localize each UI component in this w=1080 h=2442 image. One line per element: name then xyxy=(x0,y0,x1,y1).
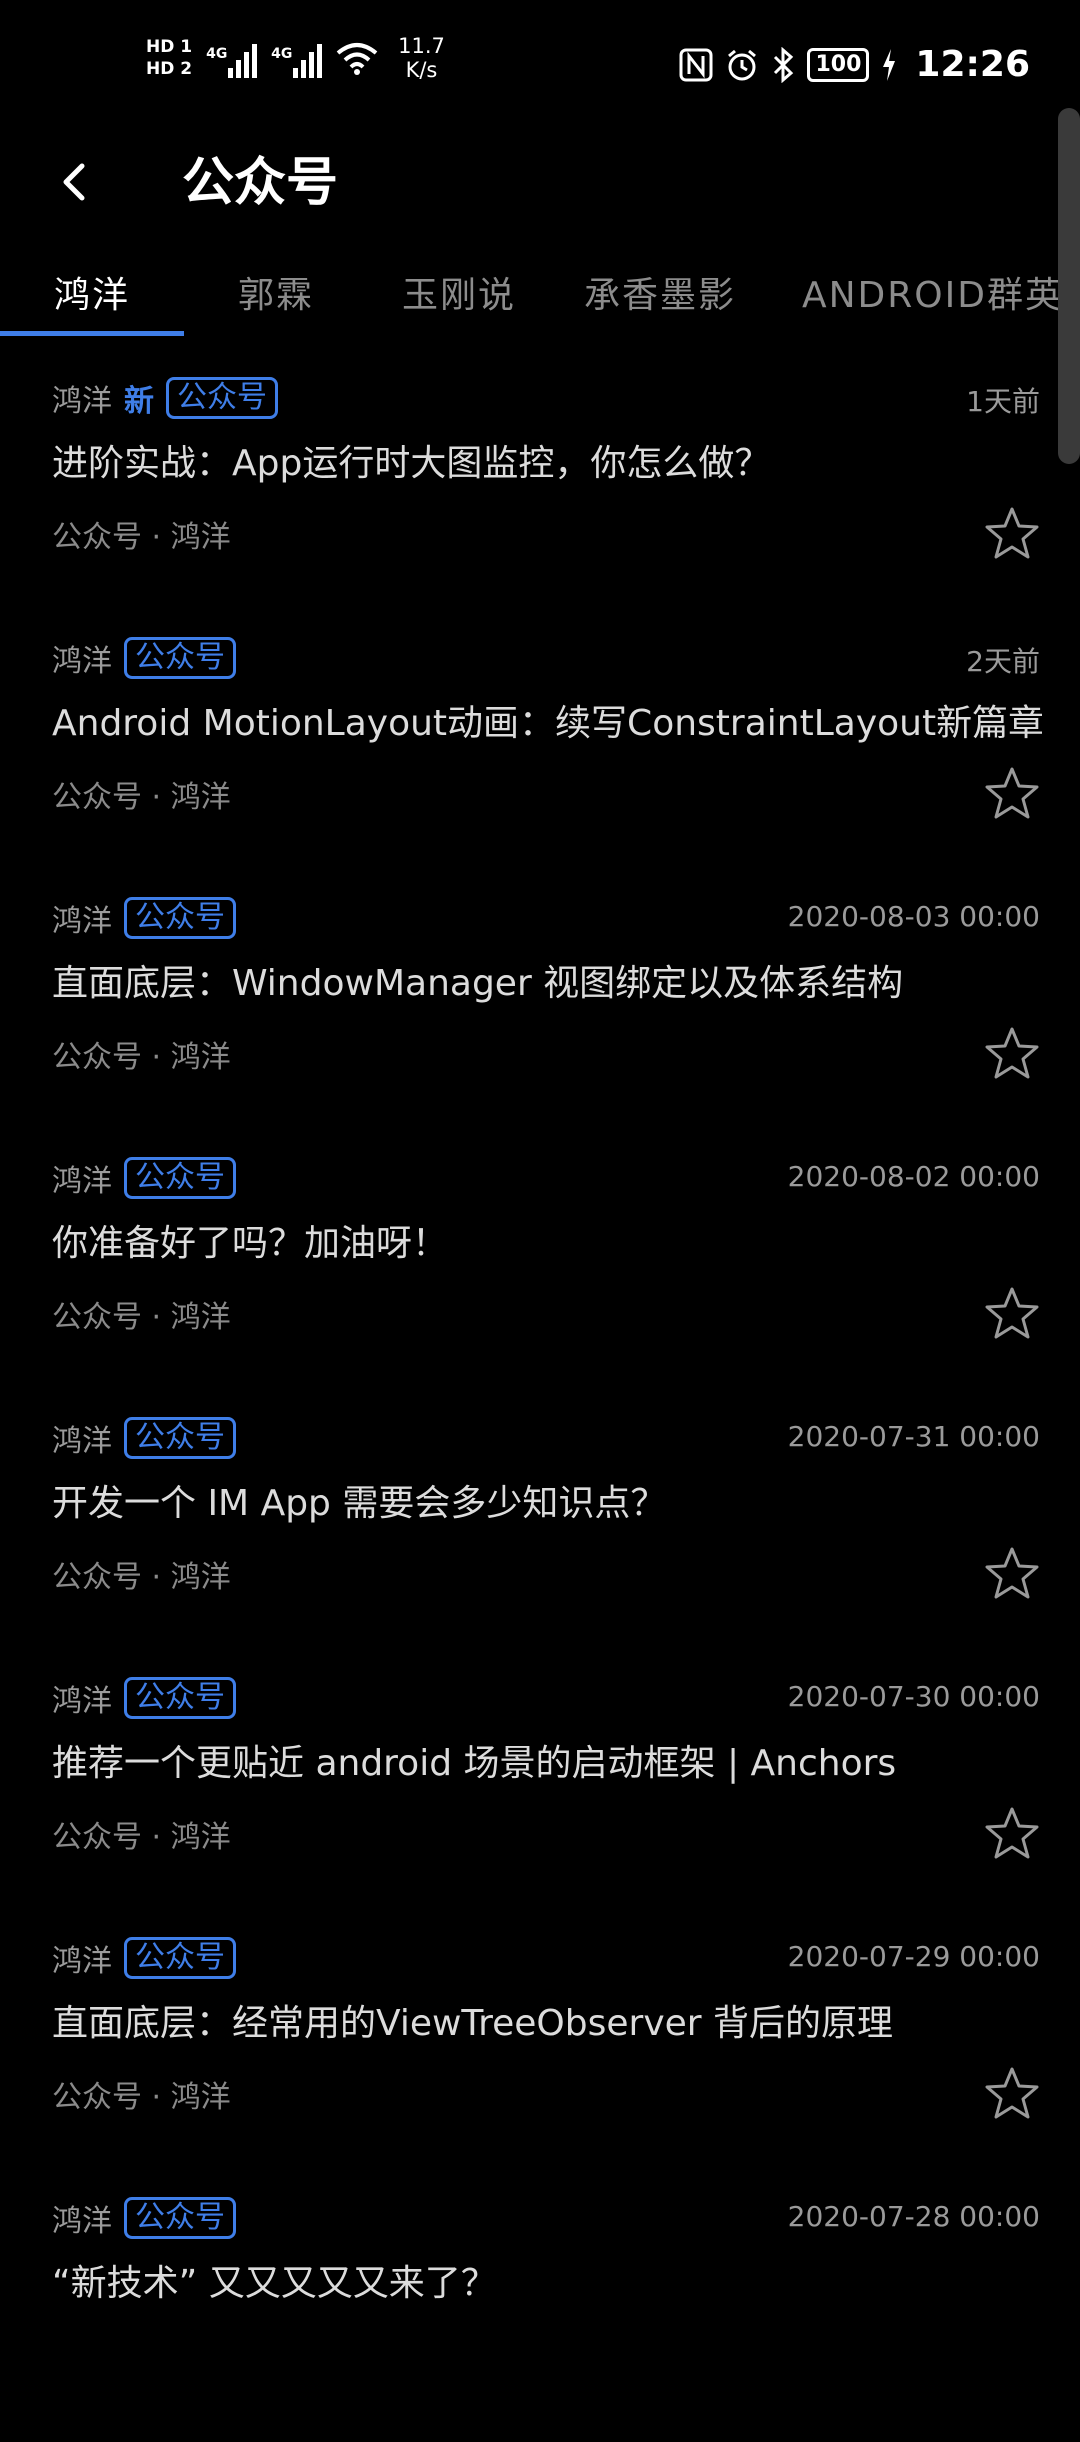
list-item[interactable]: 鸿洋 公众号 2天前 Android MotionLayout动画：续写Cons… xyxy=(0,622,1080,882)
article-title[interactable]: 直面底层：经常用的ViewTreeObserver 背后的原理 xyxy=(52,1994,1042,2046)
article-source: 公众号 · 鸿洋 xyxy=(52,1560,231,1595)
hd1-label: HD 1 xyxy=(146,37,193,57)
hd2-label: HD 2 xyxy=(146,59,193,79)
author-name: 鸿洋 xyxy=(52,1424,112,1459)
tab-android-qunyingzhuan[interactable]: ANDROID群英传 xyxy=(802,266,1080,318)
tab-chengxiangmoying[interactable]: 承香墨影 xyxy=(584,266,736,318)
list-item[interactable]: 鸿洋 新 公众号 1天前 进阶实战：App运行时大图监控，你怎么做？ 公众号 ·… xyxy=(0,362,1080,622)
list-item[interactable]: 鸿洋 公众号 2020-08-03 00:00 直面底层：WindowManag… xyxy=(0,882,1080,1142)
author-name: 鸿洋 xyxy=(52,904,112,939)
publish-date: 2020-08-02 00:00 xyxy=(787,1160,1040,1193)
app-bar: 公众号 xyxy=(0,130,1080,230)
article-list: 鸿洋 新 公众号 1天前 进阶实战：App运行时大图监控，你怎么做？ 公众号 ·… xyxy=(0,362,1080,2442)
alarm-icon xyxy=(728,49,757,80)
list-item[interactable]: 鸿洋 公众号 2020-07-31 00:00 开发一个 IM App 需要会多… xyxy=(0,1402,1080,1662)
bluetooth-icon xyxy=(774,46,794,83)
source-tag: 公众号 xyxy=(124,2197,236,2239)
page-title: 公众号 xyxy=(182,153,339,213)
item-meta: 鸿洋 公众号 xyxy=(52,2196,236,2240)
publish-date: 2020-07-29 00:00 xyxy=(787,1940,1040,1973)
tab-indicator xyxy=(0,331,184,336)
hd-indicator: HD 1 HD 2 xyxy=(146,36,192,80)
article-source: 公众号 · 鸿洋 xyxy=(52,520,231,555)
speed-value: 11.7 xyxy=(398,34,445,58)
article-source: 公众号 · 鸿洋 xyxy=(52,1300,231,1335)
item-meta: 鸿洋 公众号 xyxy=(52,896,236,940)
star-icon[interactable] xyxy=(984,506,1040,562)
network-speed: 11.7 K/s xyxy=(398,34,445,82)
article-title[interactable]: Android MotionLayout动画：续写ConstraintLayou… xyxy=(52,694,1042,746)
wifi-icon xyxy=(336,43,378,75)
source-tag: 公众号 xyxy=(124,1417,236,1459)
back-arrow-icon[interactable] xyxy=(50,152,100,212)
publish-date: 2天前 xyxy=(966,645,1040,678)
tab-bar: 鸿洋 郭霖 玉刚说 承香墨影 ANDROID群英传 xyxy=(0,252,1080,336)
item-meta: 鸿洋 新 公众号 xyxy=(52,376,278,420)
article-title[interactable]: “新技术” 又又又又又来了？ xyxy=(52,2254,1042,2306)
source-tag: 公众号 xyxy=(166,377,278,419)
author-name: 鸿洋 xyxy=(52,644,112,679)
item-meta: 鸿洋 公众号 xyxy=(52,1936,236,1980)
status-right: 100 12:26 xyxy=(679,44,1030,85)
star-icon[interactable] xyxy=(984,1286,1040,1342)
signal-1-icon: 4G xyxy=(206,38,258,78)
article-title[interactable]: 推荐一个更贴近 android 场景的启动框架 | Anchors xyxy=(52,1734,1042,1786)
star-icon[interactable] xyxy=(984,1546,1040,1602)
status-left: HD 1 HD 2 4G 4G 11.7 K/s xyxy=(146,34,445,82)
publish-date: 2020-07-30 00:00 xyxy=(787,1680,1040,1713)
article-source: 公众号 · 鸿洋 xyxy=(52,1040,231,1075)
source-tag: 公众号 xyxy=(124,1157,236,1199)
list-item[interactable]: 鸿洋 公众号 2020-07-28 00:00 “新技术” 又又又又又来了？ xyxy=(0,2182,1080,2442)
tab-hongyang[interactable]: 鸿洋 xyxy=(54,266,130,318)
article-source: 公众号 · 鸿洋 xyxy=(52,1820,231,1855)
star-icon[interactable] xyxy=(984,1026,1040,1082)
author-name: 鸿洋 xyxy=(52,2204,112,2239)
clock: 12:26 xyxy=(915,44,1030,85)
list-item[interactable]: 鸿洋 公众号 2020-07-29 00:00 直面底层：经常用的ViewTre… xyxy=(0,1922,1080,2182)
article-title[interactable]: 直面底层：WindowManager 视图绑定以及体系结构 xyxy=(52,954,1042,1006)
tab-guolin[interactable]: 郭霖 xyxy=(238,266,314,318)
star-icon[interactable] xyxy=(984,1806,1040,1862)
publish-date: 1天前 xyxy=(966,385,1040,418)
battery-icon: 100 xyxy=(807,47,870,82)
item-meta: 鸿洋 公众号 xyxy=(52,1156,236,1200)
speed-unit: K/s xyxy=(405,58,438,82)
article-title[interactable]: 你准备好了吗？加油呀！ xyxy=(52,1214,1042,1266)
source-tag: 公众号 xyxy=(124,897,236,939)
source-tag: 公众号 xyxy=(124,1677,236,1719)
publish-date: 2020-07-31 00:00 xyxy=(787,1420,1040,1453)
status-bar: HD 1 HD 2 4G 4G 11.7 K/s 100 12:26 xyxy=(0,0,1080,130)
author-name: 鸿洋 xyxy=(52,1684,112,1719)
article-title[interactable]: 进阶实战：App运行时大图监控，你怎么做？ xyxy=(52,434,1042,486)
charging-icon xyxy=(883,48,896,81)
source-tag: 公众号 xyxy=(124,1937,236,1979)
item-meta: 鸿洋 公众号 xyxy=(52,1676,236,1720)
network-type-1: 4G xyxy=(206,46,228,62)
article-source: 公众号 · 鸿洋 xyxy=(52,780,231,815)
signal-2-icon: 4G xyxy=(271,38,323,78)
author-name: 鸿洋 xyxy=(52,1944,112,1979)
star-icon[interactable] xyxy=(984,766,1040,822)
item-meta: 鸿洋 公众号 xyxy=(52,1416,236,1460)
nfc-icon xyxy=(679,48,713,81)
star-icon[interactable] xyxy=(984,2066,1040,2122)
list-item[interactable]: 鸿洋 公众号 2020-07-30 00:00 推荐一个更贴近 android … xyxy=(0,1662,1080,1922)
publish-date: 2020-07-28 00:00 xyxy=(787,2200,1040,2233)
item-meta: 鸿洋 公众号 xyxy=(52,636,236,680)
article-source: 公众号 · 鸿洋 xyxy=(52,2080,231,2115)
author-name: 鸿洋 xyxy=(52,1164,112,1199)
article-title[interactable]: 开发一个 IM App 需要会多少知识点？ xyxy=(52,1474,1042,1526)
list-item[interactable]: 鸿洋 公众号 2020-08-02 00:00 你准备好了吗？加油呀！ 公众号 … xyxy=(0,1142,1080,1402)
tab-yugangshuo[interactable]: 玉刚说 xyxy=(402,266,516,318)
source-tag: 公众号 xyxy=(124,637,236,679)
publish-date: 2020-08-03 00:00 xyxy=(787,900,1040,933)
author-name: 鸿洋 xyxy=(52,384,112,419)
network-type-2: 4G xyxy=(271,46,293,62)
new-badge: 新 xyxy=(124,384,154,419)
